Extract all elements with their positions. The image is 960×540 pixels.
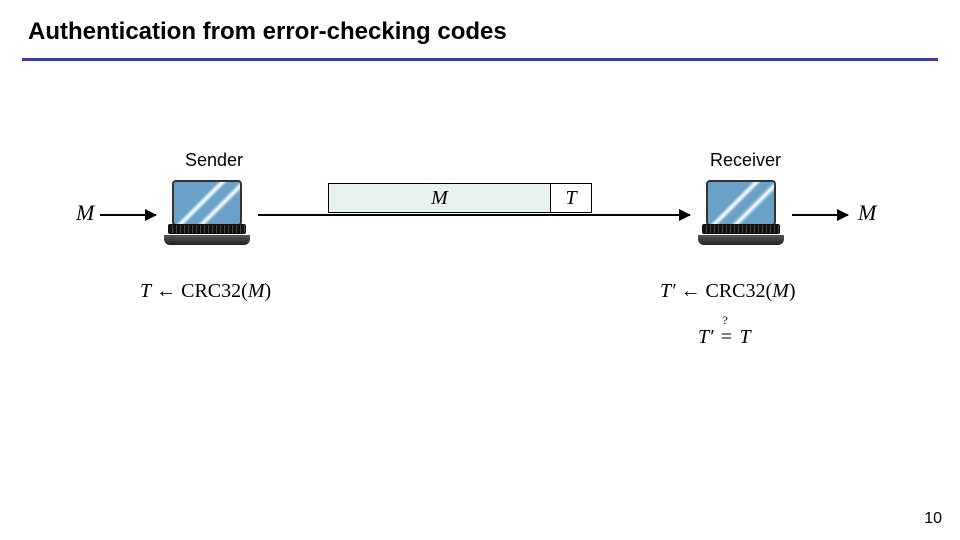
- arrow-sender-to-receiver: [258, 214, 690, 216]
- title-rule: [22, 58, 938, 61]
- slide: Authentication from error-checking codes…: [0, 0, 960, 540]
- sender-laptop-icon: [164, 180, 250, 245]
- formula-receiver-lhs: T′: [660, 280, 676, 302]
- receiver-laptop-icon: [698, 180, 784, 245]
- receiver-label: Receiver: [710, 150, 781, 171]
- page-number: 10: [924, 510, 942, 528]
- formula-check-rhs: T: [740, 326, 751, 349]
- formula-receiver-fn: CRC32: [706, 280, 766, 302]
- formula-check-lhs: T′: [698, 326, 714, 349]
- formula-sender-arg: M: [248, 280, 265, 302]
- symbol-m-output: M: [858, 200, 876, 226]
- formula-sender-fn: CRC32: [181, 280, 241, 302]
- equals-sign: =: [721, 326, 732, 348]
- formula-receiver-arrow: ←: [676, 280, 706, 302]
- formula-receiver: T′ ← CRC32(M): [660, 280, 796, 303]
- formula-receiver-arg: M: [772, 280, 789, 302]
- arrow-m-to-sender: [100, 214, 156, 216]
- formula-sender-arrow: ←: [151, 280, 181, 302]
- question-equals: ? =: [720, 326, 734, 349]
- formula-sender-lhs: T: [140, 280, 151, 302]
- packet-message-box: M: [329, 184, 551, 212]
- formula-check: T′ ? = T: [698, 326, 751, 349]
- packet-tag-box: T: [551, 184, 591, 212]
- formula-sender: T ← CRC32(M): [140, 280, 271, 303]
- question-mark: ?: [723, 313, 728, 328]
- packet-box: M T: [328, 183, 592, 213]
- arrow-receiver-to-m: [792, 214, 848, 216]
- symbol-m-input: M: [76, 200, 94, 226]
- slide-title: Authentication from error-checking codes: [28, 18, 507, 46]
- sender-label: Sender: [185, 150, 243, 171]
